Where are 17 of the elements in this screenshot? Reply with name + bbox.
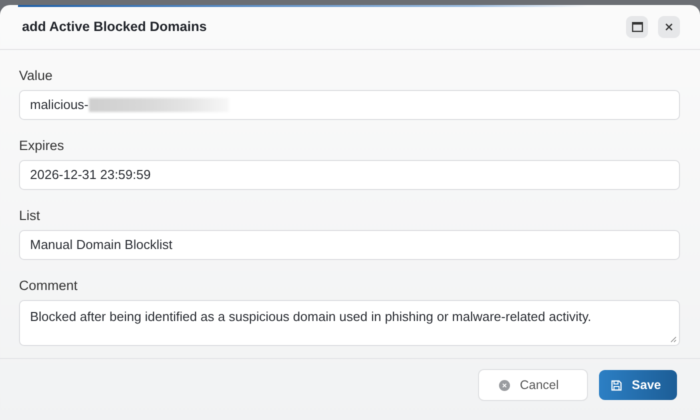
close-icon [665,22,673,31]
field-label: Expires [19,138,66,153]
input-field[interactable]: malicious- [19,90,680,120]
input-field[interactable]: Manual Domain Blocklist [19,230,680,260]
dialog-title: add Active Blocked Domains [22,19,208,34]
cancel-button[interactable]: Cancel [478,369,588,402]
input-field[interactable]: 2026-12-31 23:59:59 [19,160,680,190]
close-circle-icon [498,380,510,391]
field-label: Value [19,68,54,83]
close-button[interactable] [658,16,680,38]
save-button[interactable]: Save [598,370,677,400]
comment-textarea[interactable]: Blocked after being identified as a suspicious domain used in phishing or malware-related activity. [19,300,680,346]
field-label: List [19,208,42,223]
resize-handle-icon[interactable] [670,336,677,343]
window-icon [632,22,642,32]
field-label: Comment [19,278,79,293]
maximize-button[interactable] [626,16,648,38]
